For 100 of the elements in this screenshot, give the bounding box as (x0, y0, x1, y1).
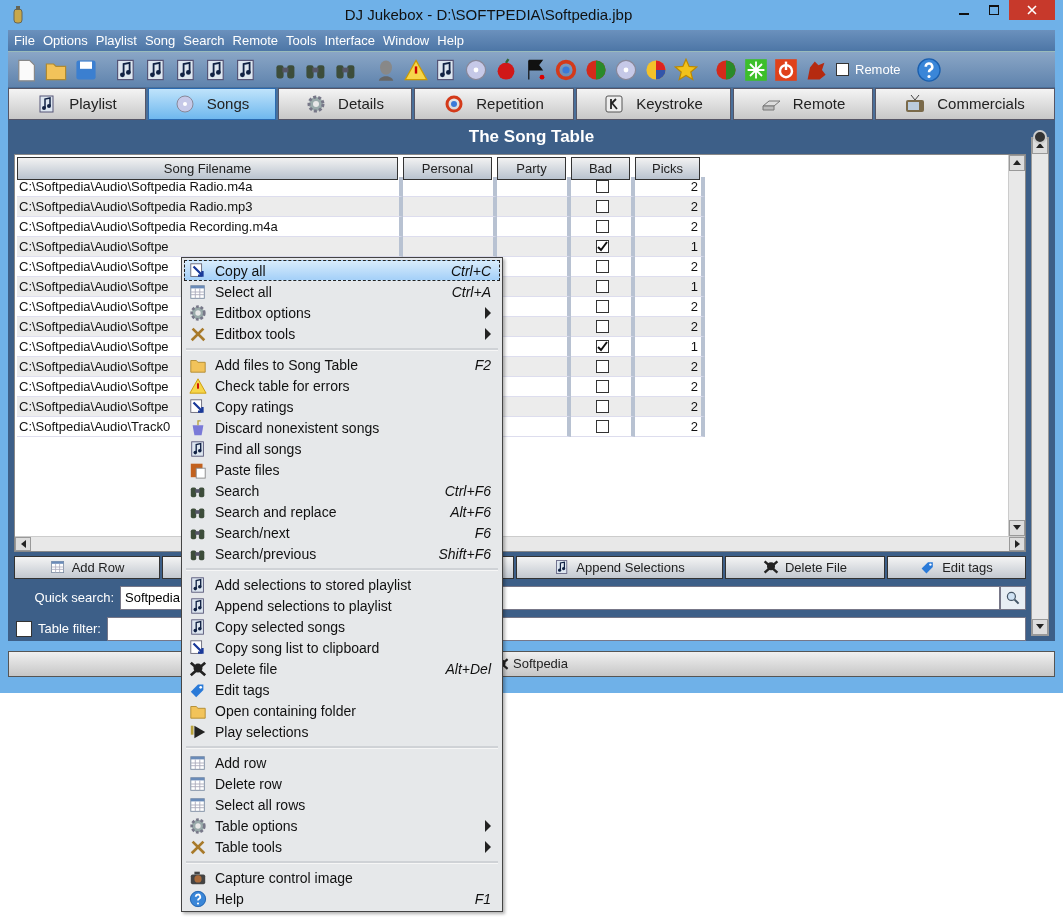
caret-up-icon[interactable] (1013, 160, 1021, 166)
tab[interactable]: Keystroke (576, 88, 731, 120)
menu-item[interactable]: Interface (320, 33, 379, 49)
pie-icon (644, 57, 668, 82)
table-cell: 2 (635, 316, 705, 337)
menu-item[interactable]: Window (379, 33, 434, 49)
menu-item[interactable]: Search (179, 33, 229, 49)
checkbox[interactable] (16, 620, 32, 637)
search-button[interactable] (1000, 585, 1026, 610)
power-icon (774, 57, 798, 82)
menu-item[interactable]: Search/next F6 (184, 522, 500, 543)
skull-icon (189, 659, 207, 678)
menu-item[interactable]: Song (140, 33, 180, 49)
checkbox[interactable] (595, 339, 609, 353)
scrollbar[interactable] (1008, 154, 1025, 536)
checkbox[interactable] (595, 219, 609, 233)
menu-item[interactable]: Search/previous Shift+F6 (184, 543, 500, 564)
menu-item[interactable]: Edit tags (184, 679, 500, 700)
action-button[interactable]: Append Selections (516, 555, 723, 579)
menu-item[interactable]: Delete row (184, 773, 500, 794)
refresh-icon (444, 93, 465, 114)
grid-icon (189, 774, 207, 793)
tab[interactable]: Commercials (875, 88, 1055, 120)
split-circle-icon (714, 57, 738, 82)
menu-item[interactable]: File (10, 33, 39, 49)
column-header[interactable]: Party (497, 156, 566, 180)
menu-item[interactable]: Help (433, 33, 468, 49)
checkbox[interactable] (595, 299, 609, 313)
scrollbar[interactable] (1031, 136, 1049, 636)
checkbox[interactable] (595, 279, 609, 293)
menu-item[interactable]: Remote (228, 33, 283, 49)
field-label: Quick search: (33, 590, 115, 606)
help-icon (189, 889, 207, 908)
grid-icon (49, 559, 66, 576)
music-file-icon (189, 596, 207, 615)
checkbox[interactable] (595, 259, 609, 273)
refresh-icon (554, 57, 578, 82)
column-header[interactable]: Song Filename (17, 156, 398, 180)
menu-item[interactable]: Add row (184, 752, 500, 773)
menu-item[interactable]: Table options (184, 815, 500, 836)
checkbox[interactable] (836, 63, 849, 77)
menu-item[interactable]: Play selections (184, 721, 500, 742)
gear-icon (306, 93, 327, 114)
field-label: Table filter: (37, 621, 102, 637)
disc-icon (174, 93, 195, 114)
gear-icon (189, 816, 207, 835)
menu-item[interactable]: Help F1 (184, 888, 500, 909)
menu-item[interactable]: Open containing folder (184, 700, 500, 721)
keyboard-key-icon (604, 93, 625, 114)
menu-item[interactable]: Copy selected songs (184, 616, 500, 637)
add-row-button[interactable]: Add Row (14, 555, 160, 579)
checkbox-label: Remote (855, 62, 901, 78)
tab[interactable]: Remote (733, 88, 873, 120)
split-circle-icon (584, 57, 608, 82)
menu-item[interactable]: Playlist (91, 33, 141, 49)
menu-item[interactable]: Table tools (184, 836, 500, 857)
document-arrow-icon (189, 638, 207, 657)
checkbox[interactable] (595, 359, 609, 373)
menu-item[interactable]: Paste files (184, 459, 500, 480)
column-header[interactable]: Bad (571, 156, 630, 180)
tab[interactable]: Songs (148, 88, 276, 120)
menu-item[interactable]: Delete file Alt+Del (184, 658, 500, 679)
tab[interactable]: Details (278, 88, 412, 120)
menu-item[interactable]: Search and replace Alt+F6 (184, 501, 500, 522)
menu-item[interactable]: Find all songs (184, 438, 500, 459)
action-button[interactable]: Delete File (725, 555, 885, 579)
options-knob-icon[interactable] (1033, 129, 1047, 144)
checkbox[interactable] (595, 319, 609, 333)
maximize-icon (989, 5, 999, 15)
search-icon (1005, 589, 1021, 606)
help-icon (915, 56, 942, 83)
checkbox[interactable] (595, 239, 609, 253)
table-cell: 2 (635, 416, 705, 437)
menu-item[interactable]: Copy all Ctrl+C (184, 260, 500, 281)
menu-item[interactable]: Tools (282, 33, 321, 49)
menu-item[interactable]: Capture control image (184, 867, 500, 888)
column-header[interactable]: Picks (635, 156, 700, 180)
menu-item[interactable]: Options (38, 33, 92, 49)
checkbox[interactable] (595, 399, 609, 413)
checkbox[interactable] (595, 379, 609, 393)
tab[interactable]: Playlist (8, 88, 146, 120)
menu-item[interactable]: Search Ctrl+F6 (184, 480, 500, 501)
menu-item[interactable]: Copy song list to clipboard (184, 637, 500, 658)
document-arrow-icon (189, 397, 207, 416)
action-button[interactable]: Edit tags (887, 555, 1026, 579)
checkbox[interactable] (595, 199, 609, 213)
caret-down-icon[interactable] (1013, 525, 1021, 531)
skull-icon (762, 559, 779, 576)
tab[interactable]: Repetition (414, 88, 574, 120)
music-file-icon (189, 439, 207, 458)
caret-left-icon[interactable] (20, 539, 26, 548)
document-arrow-icon (189, 261, 207, 280)
caret-down-icon[interactable] (1036, 624, 1044, 630)
column-header[interactable]: Personal (403, 156, 492, 180)
grid-icon (189, 795, 207, 814)
checkbox[interactable] (595, 419, 609, 433)
grid-icon (189, 753, 207, 772)
disc-icon (614, 57, 638, 82)
caret-right-icon[interactable] (1014, 539, 1020, 548)
menu-item[interactable]: Select all rows (184, 794, 500, 815)
